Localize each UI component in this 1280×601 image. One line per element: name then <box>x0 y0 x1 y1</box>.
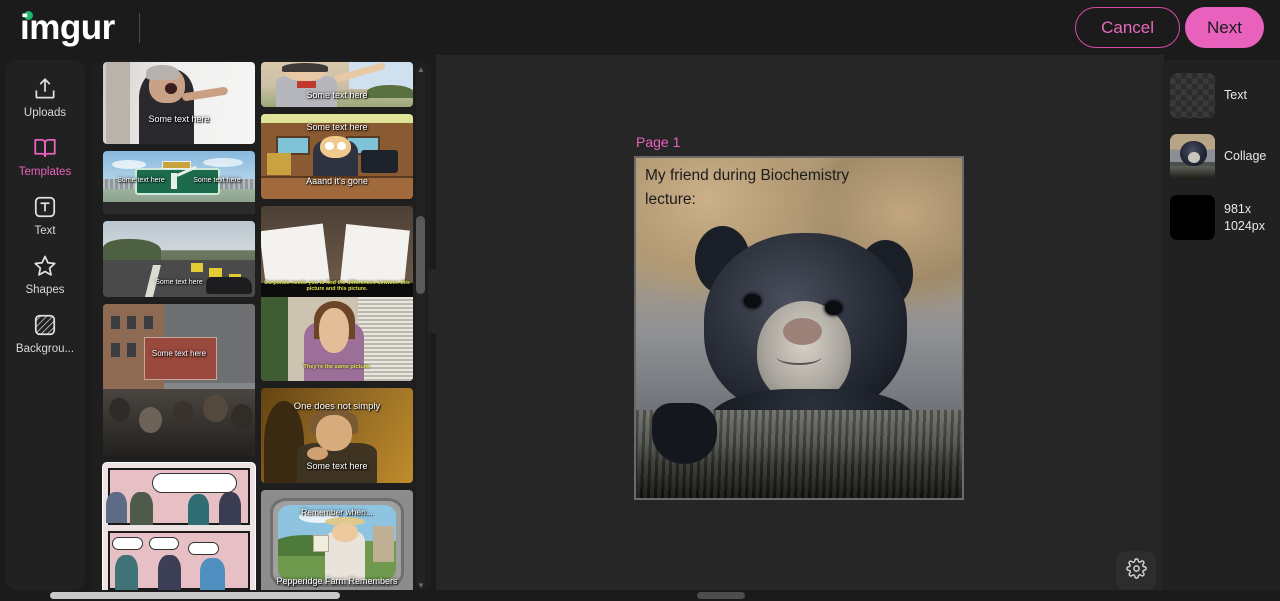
imgur-meme-editor: imgur Cancel Next Uploads Templates Text… <box>0 0 1280 601</box>
layer-label-collage: Collage <box>1224 149 1267 164</box>
meme-caption-line-2: lecture: <box>645 191 696 209</box>
template-card-protest-poster[interactable]: Some text here <box>103 303 255 456</box>
template-card-aaand-its-gone[interactable]: Some text here Aaand it's gone <box>261 114 413 199</box>
layer-thumbnail-collage <box>1170 134 1215 179</box>
template-card-one-does-not-simply[interactable]: One does not simply Some text here <box>261 388 413 483</box>
layer-label-text: Text <box>1224 88 1247 103</box>
scroll-down-arrow-icon[interactable]: ▼ <box>417 582 425 590</box>
sidebar-label-shapes: Shapes <box>25 284 65 296</box>
page-label: Page 1 <box>636 134 681 150</box>
logo-wordmark: imgur <box>20 8 115 47</box>
template-caption: Some text here <box>306 90 368 100</box>
sidebar-item-backgrounds[interactable]: Backgrou... <box>10 312 80 355</box>
layer-dimension-width: 981x <box>1224 201 1252 216</box>
template-art <box>261 206 413 381</box>
star-icon <box>32 253 58 279</box>
template-caption: Some text here <box>193 177 241 185</box>
window-scrollbar-thumb-secondary[interactable] <box>697 592 745 599</box>
text-box-icon <box>32 194 58 220</box>
layer-item-background[interactable]: 981x 1024px <box>1162 190 1280 245</box>
template-art <box>103 303 255 456</box>
templates-scrollbar-thumb[interactable] <box>416 216 425 294</box>
settings-button[interactable] <box>1116 551 1156 591</box>
template-card-angry-man-yelling[interactable]: Some text here <box>103 62 255 145</box>
book-icon <box>32 135 58 161</box>
template-caption: Aaand it's gone <box>306 176 368 186</box>
imgur-logo[interactable]: imgur <box>20 10 140 45</box>
template-card-pepperidge-farm-remembers[interactable]: Remember when... Pepperidge Farm Remembe… <box>261 490 413 595</box>
topbar-actions: Cancel Next <box>1075 0 1264 55</box>
canvas-area[interactable]: Page 1 My friend during Biochemistry lec… <box>436 55 1164 601</box>
window-horizontal-scrollbar[interactable] <box>0 590 1280 601</box>
layer-dimension-height: 1024px <box>1224 218 1266 233</box>
template-caption: They're the same picture. <box>303 364 371 370</box>
layer-thumbnail-black <box>1170 195 1215 240</box>
layers-panel: Text Collage 981x 1024px <box>1162 60 1280 595</box>
meme-caption-line-1: My friend during Biochemistry <box>645 167 850 184</box>
template-caption: Some text here <box>155 279 203 287</box>
template-caption: Some text here <box>151 348 207 358</box>
sidebar-label-backgrounds: Backgrou... <box>15 343 75 355</box>
templates-column-right: Some text here Some text here Aaand it's… <box>261 62 413 595</box>
template-card-highway-exit-sign[interactable]: Some text here Some text here <box>103 151 255 215</box>
sidebar-label-text: Text <box>34 225 56 237</box>
scroll-up-arrow-icon[interactable]: ▲ <box>417 66 425 74</box>
template-art <box>103 462 255 595</box>
layer-thumbnail-transparent <box>1170 73 1215 118</box>
left-sidebar: Uploads Templates Text Shapes Backgrou..… <box>5 60 85 590</box>
gear-icon <box>1125 558 1147 584</box>
layer-label-dimensions: 981x 1024px <box>1224 201 1265 235</box>
sidebar-item-templates[interactable]: Templates <box>10 135 80 178</box>
sidebar-label-templates: Templates <box>18 166 72 178</box>
template-card-left-exit-off-ramp[interactable]: Some text here <box>103 221 255 297</box>
template-caption: Some text here <box>306 461 368 471</box>
sidebar-item-shapes[interactable]: Shapes <box>10 253 80 296</box>
next-button[interactable]: Next <box>1185 7 1264 48</box>
template-caption: One does not simply <box>293 401 381 412</box>
templates-panel: Some text here Some text here Some text … <box>91 60 431 595</box>
sidebar-label-uploads: Uploads <box>23 107 67 119</box>
sidebar-item-uploads[interactable]: Uploads <box>10 76 80 119</box>
top-bar: imgur Cancel Next <box>0 0 1280 55</box>
meme-canvas[interactable]: My friend during Biochemistry lecture: <box>634 156 964 500</box>
template-card-is-this-a-pigeon[interactable]: Some text here <box>261 62 413 107</box>
templates-column-left: Some text here Some text here Some text … <box>102 62 256 595</box>
template-caption: Remember when... <box>301 507 373 517</box>
template-art <box>103 62 255 145</box>
template-caption: Some text here <box>306 122 368 132</box>
template-caption: Pepperidge Farm Remembers <box>276 576 398 586</box>
upload-icon <box>32 76 58 102</box>
template-card-boardroom-suggestion[interactable]: Angry question or statement here Respons… <box>102 461 256 595</box>
cancel-button[interactable]: Cancel <box>1075 7 1181 48</box>
layer-item-collage[interactable]: Collage <box>1162 129 1280 184</box>
template-card-theyre-the-same-picture[interactable]: Corporate needs you to find the differen… <box>261 206 413 381</box>
sidebar-item-text[interactable]: Text <box>10 194 80 237</box>
hatched-square-icon <box>32 312 58 338</box>
meme-caption-block[interactable]: My friend during Biochemistry lecture: <box>645 164 945 212</box>
template-caption: Some text here <box>148 114 210 124</box>
window-scrollbar-thumb[interactable] <box>50 592 340 599</box>
logo-divider <box>138 12 140 43</box>
layer-item-text[interactable]: Text <box>1162 68 1280 123</box>
templates-vertical-scrollbar[interactable]: ▲ ▼ <box>416 66 425 590</box>
templates-scroll-region[interactable]: Some text here Some text here Some text … <box>91 60 417 595</box>
template-caption: Corporate needs you to find the differen… <box>264 280 410 293</box>
